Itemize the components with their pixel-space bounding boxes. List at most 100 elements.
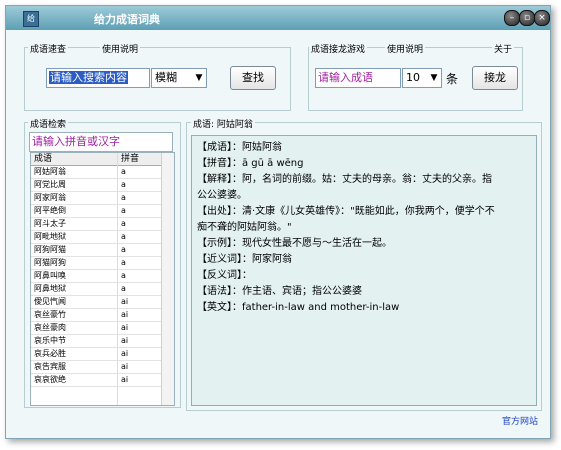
chain-start-button[interactable]: 接龙: [472, 66, 518, 90]
detail-line-key: 【解释】: [197, 174, 232, 185]
list-item-idiom: 阿鼻叫唤: [34, 271, 66, 280]
detail-line-text: ：father-in-law and mother-in-law: [232, 302, 400, 313]
list-item-pinyin: a: [121, 167, 126, 176]
list-item[interactable]: 阿党比周 a: [31, 179, 161, 192]
list-item-pinyin: a: [121, 219, 126, 228]
detail-line-key: 【出处】: [197, 206, 232, 217]
list-item[interactable]: 阿狗阿猫 a: [31, 244, 161, 257]
detail-line-text: ：清·文康《儿女英雄传》："既能如此，你我两个，便学个不: [232, 206, 495, 217]
list-item-idiom: 阿毗地狱: [34, 232, 66, 241]
official-site-link[interactable]: 官方网站: [502, 414, 538, 427]
index-group-label: 成语检索: [28, 117, 69, 130]
detail-line-key: 【成语】: [197, 142, 232, 153]
detail-line: 【成语】：阿姑阿翁: [197, 140, 532, 156]
idiom-list[interactable]: 成语 拼音 阿姑阿翁 a 阿党比周 a 阿家阿翁 a 阿平绝倒 a 阿斗太子 a 阿毗地狱 a 阿狗阿猫…: [30, 152, 175, 406]
detail-line: 【英文】：father-in-law and mother-in-law: [197, 300, 532, 316]
app-window: 给 给力成语词典 – ▫ × 成语速查 使用说明 请输入搜索内容 模糊 ▼ 查找 …: [5, 5, 551, 439]
chain-count-select[interactable]: 10 ▼: [402, 68, 442, 88]
detail-line-key: 【近义词】: [197, 254, 242, 265]
search-mode-select[interactable]: 模糊 ▼: [151, 68, 207, 88]
list-item-idiom: 哀丝豪肉: [34, 323, 66, 332]
list-item[interactable]: 阿鼻地狱 a: [31, 283, 161, 296]
detail-line: 痴不聋的阿姑阿翁。": [197, 220, 532, 236]
detail-line-text: ：: [242, 270, 252, 281]
list-item-pinyin: a: [121, 206, 126, 215]
list-item[interactable]: 阿毗地狱 a: [31, 231, 161, 244]
list-item[interactable]: 哀哀欲绝 ai: [31, 374, 161, 387]
list-item-pinyin: ai: [121, 362, 129, 371]
list-item-idiom: 阿平绝倒: [34, 206, 66, 215]
detail-line: 【反义词】：: [197, 268, 532, 284]
list-item-idiom: 阿鼻地狱: [34, 284, 66, 293]
list-item[interactable]: 阿平绝倒 a: [31, 205, 161, 218]
list-scrollbar[interactable]: [161, 153, 174, 405]
title-bar[interactable]: 给 给力成语词典 – ▫ ×: [6, 6, 550, 30]
restore-button[interactable]: ▫: [519, 10, 535, 26]
quick-search-help-link[interactable]: 使用说明: [100, 42, 141, 55]
list-item-pinyin: ai: [121, 336, 129, 345]
detail-line: 公公婆婆。: [197, 188, 532, 204]
list-item-pinyin: a: [121, 271, 126, 280]
detail-line-text: 痴不聋的阿姑阿翁。": [197, 222, 292, 233]
detail-line-key: 【语法】: [197, 286, 232, 297]
list-header: 成语 拼音: [31, 153, 161, 166]
detail-line: 【语法】：作主语、宾语；指公公婆婆: [197, 284, 532, 300]
detail-line-key: 【示例】: [197, 238, 232, 249]
list-item-pinyin: a: [121, 245, 126, 254]
list-item[interactable]: 阿家阿翁 a: [31, 192, 161, 205]
chevron-down-icon: ▼: [192, 69, 206, 87]
list-item-pinyin: a: [121, 258, 126, 267]
detail-line-key: 【反义词】: [197, 270, 242, 281]
list-item[interactable]: 哀兵必胜 ai: [31, 348, 161, 361]
detail-line: 【拼音】：ā gū ā wēng: [197, 156, 532, 172]
list-item-pinyin: a: [121, 284, 126, 293]
list-item-idiom: 阿狗阿猫: [34, 245, 66, 254]
index-search-input[interactable]: 请输入拼音或汉字: [29, 132, 173, 152]
list-item[interactable]: 哀丝豪肉 ai: [31, 322, 161, 335]
chevron-down-icon: ▼: [427, 69, 441, 87]
detail-line-text: ：阿家阿翁: [242, 254, 292, 265]
list-item[interactable]: 僾见忾闻 ai: [31, 296, 161, 309]
chain-game-label: 成语接龙游戏: [309, 42, 368, 55]
detail-group-label: 成语: 阿姑阿翁: [191, 117, 255, 130]
list-item-pinyin: ai: [121, 297, 129, 306]
list-item[interactable]: 阿鼻叫唤 a: [31, 270, 161, 283]
close-button[interactable]: ×: [534, 10, 550, 26]
column-header-pinyin[interactable]: 拼音: [121, 153, 139, 165]
list-item[interactable]: 阿姑阿翁 a: [31, 166, 161, 179]
detail-line-text: ：作主语、宾语；指公公婆婆: [232, 286, 362, 297]
list-item-pinyin: ai: [121, 375, 129, 384]
detail-line: 【示例】：现代女性最不愿与～生活在一起。: [197, 236, 532, 252]
list-item[interactable]: 哀丝豪竹 ai: [31, 309, 161, 322]
list-item-pinyin: ai: [121, 323, 129, 332]
app-icon: 给: [23, 11, 39, 27]
list-item[interactable]: 哀告宾服 ai: [31, 361, 161, 374]
column-header-idiom[interactable]: 成语: [34, 153, 52, 165]
minimize-button[interactable]: –: [504, 10, 520, 26]
list-item-pinyin: ai: [121, 349, 129, 358]
detail-line: 【出处】：清·文康《儿女英雄传》："既能如此，你我两个，便学个不: [197, 204, 532, 220]
about-link[interactable]: 关于: [492, 42, 515, 55]
list-item-pinyin: a: [121, 232, 126, 241]
list-item-idiom: 哀兵必胜: [34, 349, 66, 358]
quick-search-label: 成语速查: [28, 42, 69, 55]
idiom-detail-text[interactable]: 【成语】：阿姑阿翁 【拼音】：ā gū ā wēng 【解释】：阿，名词的前缀。姑：…: [191, 135, 537, 406]
detail-line-key: 【英文】: [197, 302, 232, 313]
list-item[interactable]: 哀乐中节 ai: [31, 335, 161, 348]
detail-line-text: ：现代女性最不愿与～生活在一起。: [232, 238, 392, 249]
list-item-idiom: 阿斗太子: [34, 219, 66, 228]
list-item-pinyin: ai: [121, 310, 129, 319]
list-item[interactable]: 阿斗太子 a: [31, 218, 161, 231]
search-button[interactable]: 查找: [230, 66, 276, 90]
count-unit-label: 条: [446, 72, 459, 86]
detail-line: 【近义词】：阿家阿翁: [197, 252, 532, 268]
list-item-idiom: 阿姑阿翁: [34, 167, 66, 176]
list-item[interactable]: 阿猫阿狗 a: [31, 257, 161, 270]
list-item-idiom: 僾见忾闻: [34, 297, 66, 306]
chain-game-help-link[interactable]: 使用说明: [385, 42, 426, 55]
list-item-idiom: 哀乐中节: [34, 336, 66, 345]
chain-input[interactable]: 请输入成语: [315, 68, 401, 88]
detail-line-key: 【拼音】: [197, 158, 232, 169]
list-item-pinyin: a: [121, 180, 126, 189]
search-input[interactable]: 请输入搜索内容: [46, 68, 150, 88]
